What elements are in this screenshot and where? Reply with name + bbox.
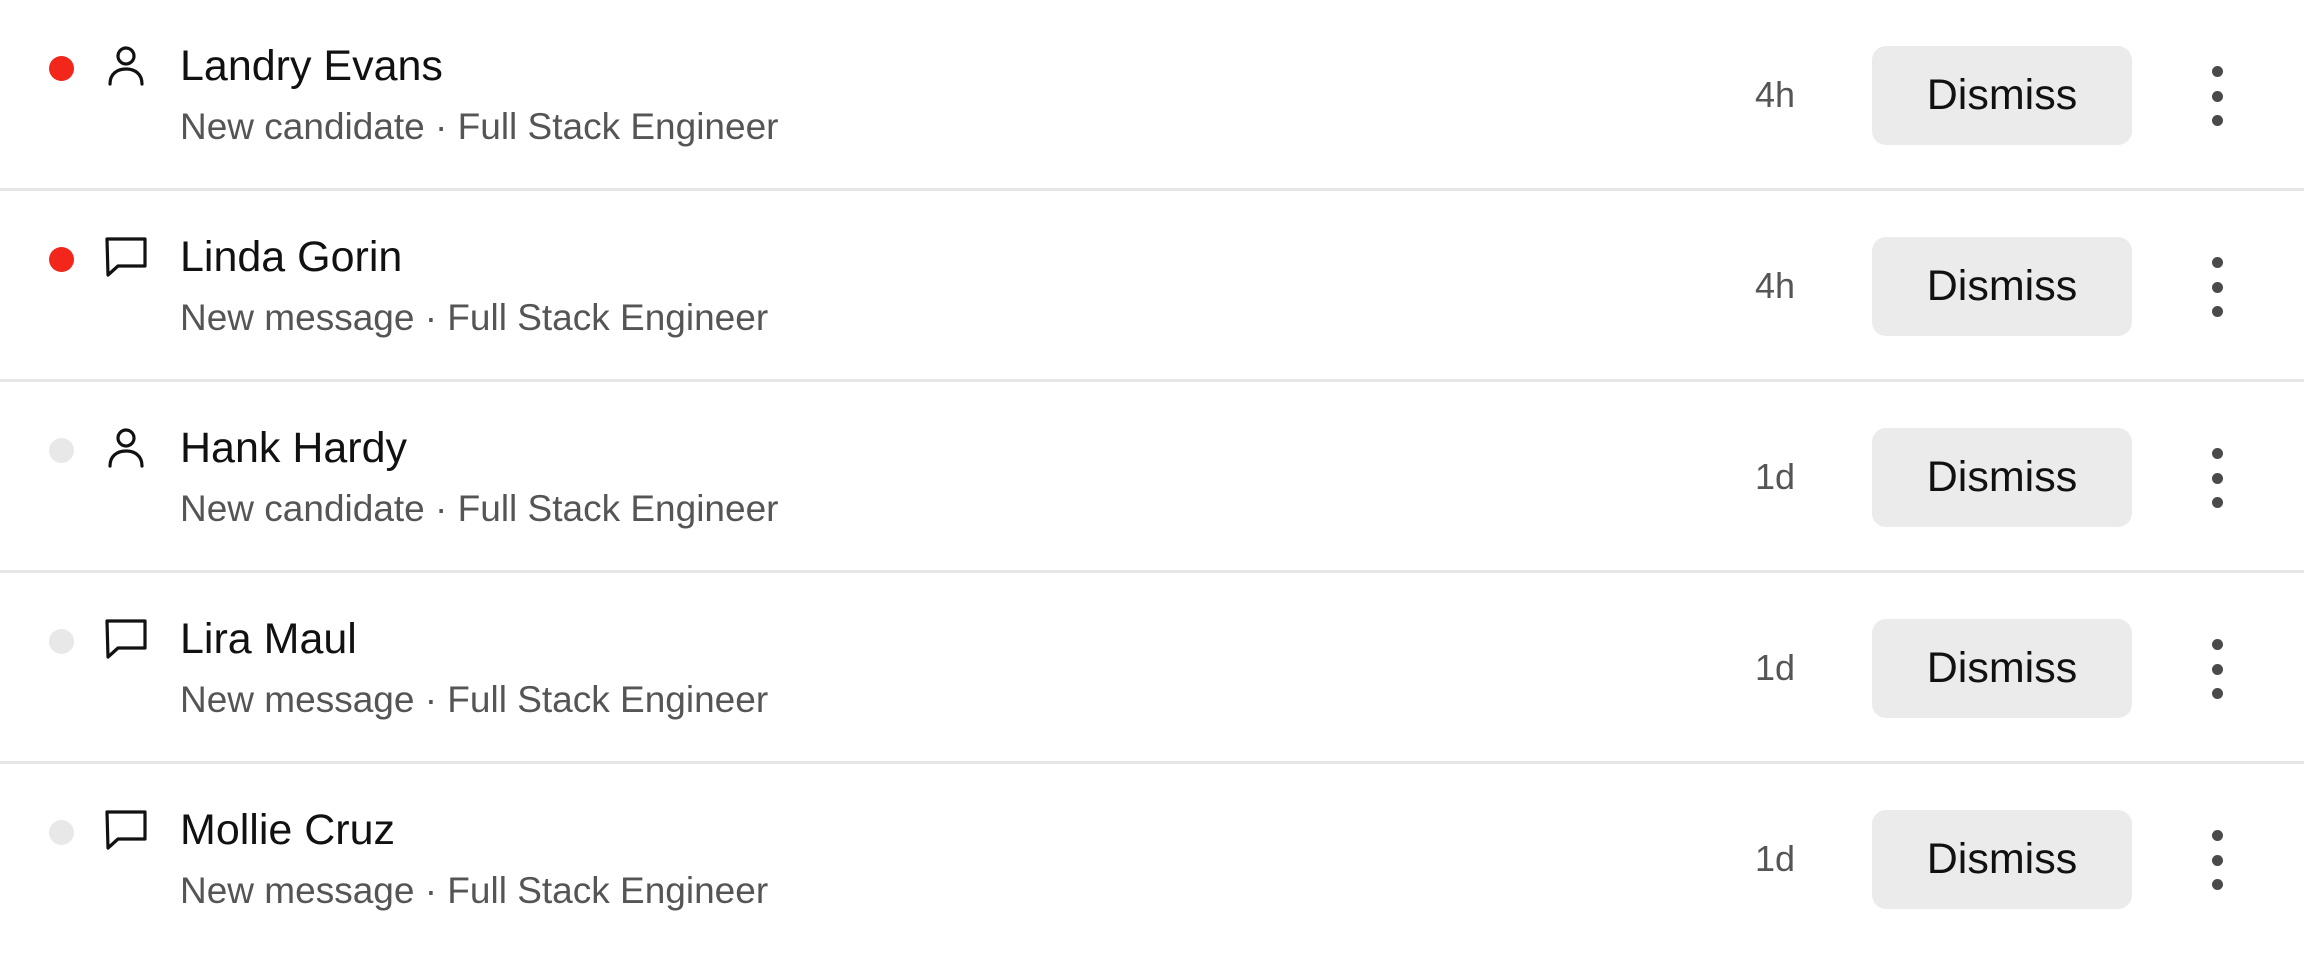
notification-time: 1d: [1754, 456, 1796, 497]
notification-subtitle: New candidate · Full Stack Engineer: [180, 106, 779, 147]
notification-row[interactable]: Lira Maul New message · Full Stack Engin…: [0, 573, 2304, 764]
notification-time: 4h: [1754, 265, 1796, 306]
person-icon: [100, 40, 152, 92]
notification-subtitle: New candidate · Full Stack Engineer: [180, 488, 779, 529]
notification-list: Landry Evans New candidate · Full Stack …: [0, 0, 2304, 956]
notification-row[interactable]: Landry Evans New candidate · Full Stack …: [0, 0, 2304, 191]
unread-indicator: [49, 247, 74, 272]
unread-indicator: [49, 56, 74, 81]
more-options-icon[interactable]: [2190, 442, 2244, 514]
message-icon: [100, 231, 152, 283]
notification-name: Linda Gorin: [180, 233, 403, 281]
notification-row[interactable]: Linda Gorin New message · Full Stack Eng…: [0, 191, 2304, 382]
notification-subtitle: New message · Full Stack Engineer: [180, 297, 769, 338]
notification-name: Mollie Cruz: [180, 806, 396, 854]
dismiss-button[interactable]: Dismiss: [1872, 46, 2132, 145]
more-options-icon[interactable]: [2190, 824, 2244, 896]
message-icon: [100, 804, 152, 856]
notification-name: Hank Hardy: [180, 424, 408, 472]
more-options-icon[interactable]: [2190, 251, 2244, 323]
dismiss-button[interactable]: Dismiss: [1872, 237, 2132, 336]
read-indicator: [49, 629, 74, 654]
more-options-icon[interactable]: [2190, 633, 2244, 705]
dismiss-button[interactable]: Dismiss: [1872, 428, 2132, 527]
notification-name: Lira Maul: [180, 615, 357, 663]
person-icon: [100, 422, 152, 474]
notification-time: 1d: [1754, 838, 1796, 879]
notification-name: Landry Evans: [180, 42, 443, 90]
notification-time: 4h: [1754, 74, 1796, 115]
notification-subtitle: New message · Full Stack Engineer: [180, 679, 769, 720]
message-icon: [100, 613, 152, 665]
dismiss-button[interactable]: Dismiss: [1872, 810, 2132, 909]
more-options-icon[interactable]: [2190, 60, 2244, 132]
notification-row[interactable]: Hank Hardy New candidate · Full Stack En…: [0, 382, 2304, 573]
notification-subtitle: New message · Full Stack Engineer: [180, 870, 769, 911]
notification-time: 1d: [1754, 647, 1796, 688]
read-indicator: [49, 820, 74, 845]
notification-row[interactable]: Mollie Cruz New message · Full Stack Eng…: [0, 764, 2304, 955]
read-indicator: [49, 438, 74, 463]
dismiss-button[interactable]: Dismiss: [1872, 619, 2132, 718]
